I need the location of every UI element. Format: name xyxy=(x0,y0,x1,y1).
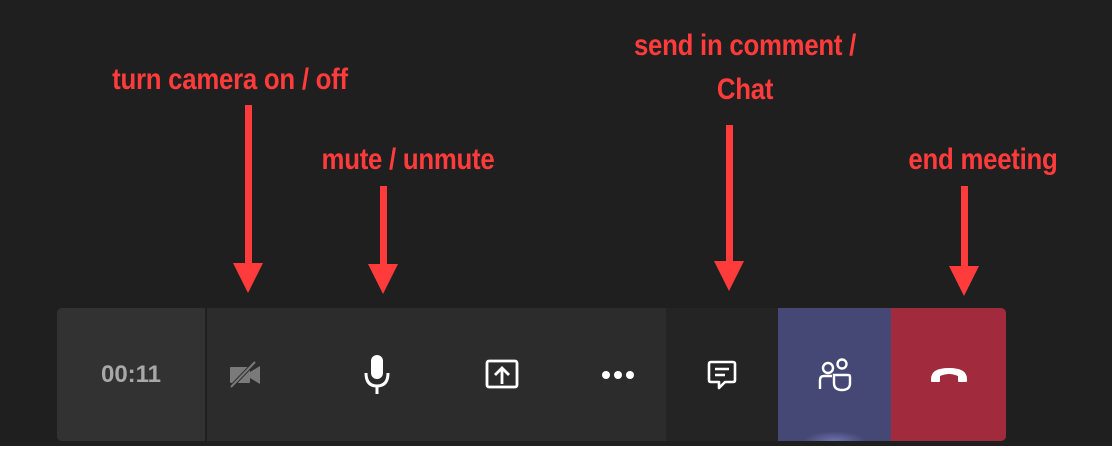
arrow-chat xyxy=(714,125,744,291)
arrow-mute xyxy=(368,186,398,294)
share-screen-button[interactable] xyxy=(464,308,539,441)
annotation-mute-label: mute / unmute xyxy=(321,143,495,176)
call-timer: 00:11 xyxy=(57,308,207,441)
annotation-chat-label-line1: send in comment / xyxy=(633,29,857,62)
hang-up-button[interactable] xyxy=(891,308,1006,441)
mic-toggle-button[interactable] xyxy=(339,308,414,441)
arrow-camera xyxy=(233,105,263,295)
more-actions-button[interactable] xyxy=(580,308,655,441)
chat-icon xyxy=(707,359,737,391)
camera-toggle-button[interactable] xyxy=(207,308,282,441)
participants-button[interactable] xyxy=(778,308,891,441)
arrow-end xyxy=(949,186,979,296)
share-tray-icon xyxy=(485,359,519,391)
annotation-camera-label: turn camera on / off xyxy=(112,63,348,96)
annotation-chat-label-line2: Chat xyxy=(716,73,774,106)
phone-end-icon xyxy=(929,366,969,384)
annotation-end-label: end meeting xyxy=(908,143,1058,176)
meeting-stage: turn camera on / off mute / unmute send … xyxy=(0,0,1112,446)
more-dots-icon xyxy=(601,370,635,380)
camera-off-icon xyxy=(227,360,263,389)
meeting-toolbar: 00:11 xyxy=(57,308,1006,441)
microphone-icon xyxy=(363,353,391,397)
chat-button[interactable] xyxy=(666,308,778,441)
people-icon xyxy=(817,357,853,392)
